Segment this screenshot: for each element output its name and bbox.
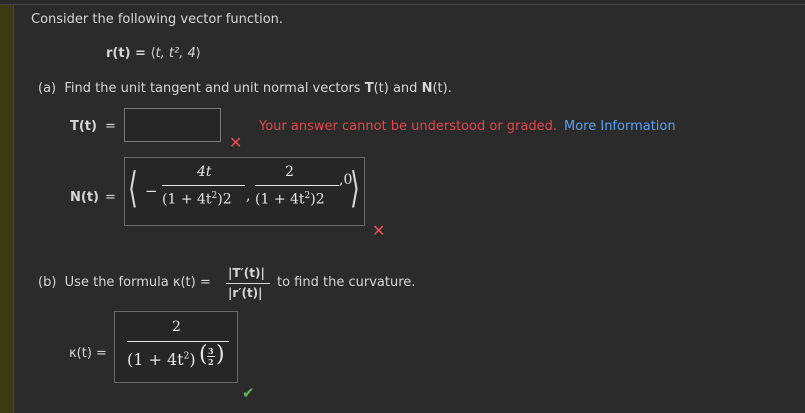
part-a-heading: (a) Find the unit tangent and unit norma…	[38, 81, 452, 96]
N-frac2-line	[255, 185, 339, 186]
N-minus-sign: −	[145, 182, 158, 200]
N-label: N(t)	[70, 190, 99, 205]
N-comma1: ,	[246, 188, 251, 204]
part-a-T: T	[364, 81, 374, 96]
N-den1-a: (1 + 4t	[162, 191, 212, 208]
part-a-N: N	[421, 81, 433, 96]
kappa-den-c: )	[189, 350, 196, 369]
kappa-frac-line	[127, 341, 229, 342]
part-b-suffix: to find the curvature.	[277, 275, 416, 290]
formula-numerator: |T′(t)|	[228, 266, 265, 280]
part-b-label: (b)	[38, 275, 57, 290]
kappa-den-a: (1 + 4t	[127, 350, 184, 369]
N-incorrect-icon: ✕	[372, 221, 386, 240]
kappa-num: 2	[172, 319, 181, 335]
N-den1: (1 + 4t2)2	[162, 191, 232, 208]
kappa-exp-close-paren: )	[216, 342, 225, 367]
N-den2-c: )2	[310, 191, 325, 208]
more-information-link[interactable]: More Information	[564, 119, 676, 134]
N-num1: 4t	[197, 164, 212, 180]
vector-content: t, t², 4	[155, 46, 196, 61]
vector-lhs: r(t) =	[106, 46, 151, 61]
kappa-label: κ(t) =	[69, 346, 107, 361]
intro-text: Consider the following vector function.	[31, 12, 284, 27]
kappa-exp-open-paren: (	[199, 342, 208, 367]
N-den2: (1 + 4t2)2	[255, 191, 325, 208]
close-angle-bracket: ⟩	[195, 46, 201, 61]
part-a-text-prefix: Find the unit tangent and unit normal ve…	[64, 81, 365, 96]
left-sidebar-strip	[0, 5, 14, 413]
N-answer-box[interactable]: ⟨ − 4t (1 + 4t2)2 , 2 (1 + 4t2)2 ,0 ⟩	[124, 157, 365, 226]
part-a-t2: (t).	[432, 81, 452, 96]
vector-function: r(t) = ⟨t, t², 4⟩	[106, 46, 201, 61]
N-den1-c: )2	[217, 191, 232, 208]
kappa-den: (1 + 4t2)	[127, 350, 196, 369]
N-den2-a: (1 + 4t	[255, 191, 305, 208]
formula-denominator: |r′(t)|	[228, 286, 263, 300]
N-left-angle: ⟨	[128, 163, 138, 212]
part-a-label: (a)	[38, 81, 57, 96]
feedback-text: Your answer cannot be understood or grad…	[259, 119, 557, 134]
part-b-heading: (b) Use the formula κ(t) =	[38, 275, 211, 290]
kappa-exp-den: 2	[208, 357, 214, 367]
N-right-angle: ⟩	[350, 163, 360, 212]
T-label: T(t)	[70, 119, 97, 134]
formula-fraction-line	[226, 283, 270, 284]
T-answer-input[interactable]	[124, 108, 221, 142]
T-equals: =	[105, 119, 116, 134]
part-b-text: Use the formula κ(t) =	[64, 275, 211, 290]
T-incorrect-icon: ✕	[229, 133, 243, 152]
kappa-answer-box[interactable]: 2 (1 + 4t2) ( 3 2 )	[114, 311, 238, 383]
N-frac1-line	[162, 185, 245, 186]
N-equals: =	[105, 190, 116, 205]
kappa-exp-num: 3	[208, 346, 214, 356]
top-border	[0, 4, 805, 5]
part-a-t1: (t)	[373, 81, 389, 96]
kappa-correct-icon: ✔	[242, 384, 255, 402]
N-num2: 2	[285, 164, 294, 180]
part-a-and: and	[388, 81, 422, 96]
